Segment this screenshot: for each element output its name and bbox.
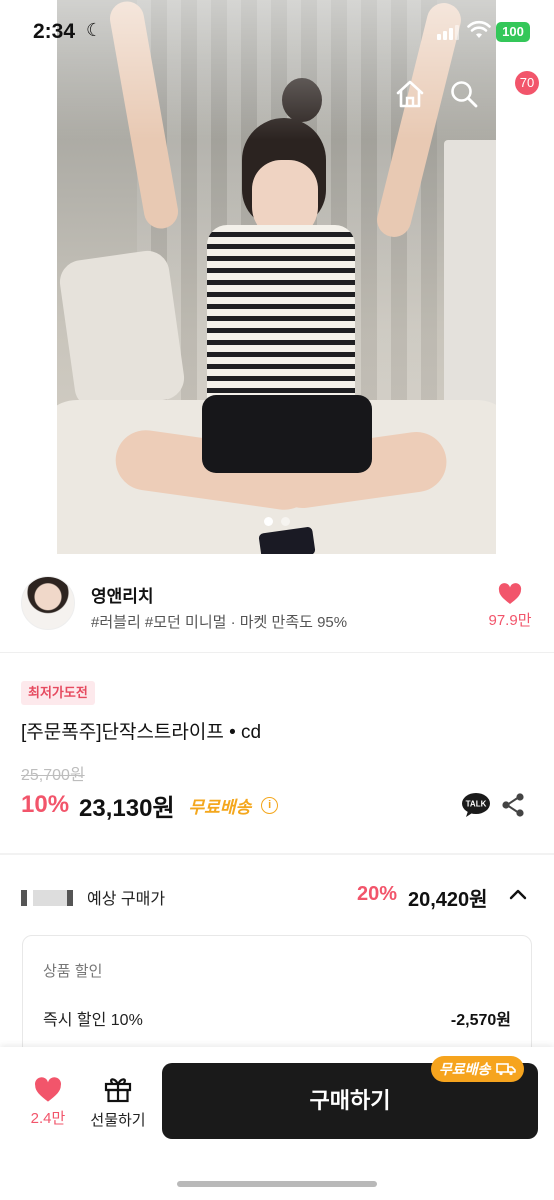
product-title: [주문폭주]단작스트라이프 • cd bbox=[21, 722, 262, 743]
chevron-up-icon[interactable] bbox=[507, 883, 529, 907]
cart-count-badge: 70 bbox=[515, 71, 539, 95]
info-icon[interactable]: i bbox=[261, 796, 279, 814]
home-indicator bbox=[177, 1181, 377, 1187]
expected-price-label-text: 예상 구매가 bbox=[87, 891, 166, 908]
free-shipping-tag-label: 무료배송 bbox=[439, 1061, 491, 1077]
cellular-signal-icon bbox=[437, 24, 459, 40]
seller-tags: #러블리 #모던 미니멀 · 마켓 만족도 95% bbox=[91, 614, 348, 631]
expected-price-row[interactable]: 예상 구매가 20% 20,420원 bbox=[0, 875, 554, 915]
lowest-price-badge: 최저가도전 bbox=[21, 681, 95, 705]
moon-icon: ☾ bbox=[86, 20, 103, 40]
discount-detail-heading: 상품 할인 bbox=[43, 963, 103, 980]
black-shorts bbox=[202, 395, 372, 473]
pagination-dot-active bbox=[264, 517, 273, 526]
like-button[interactable]: 2.4만 bbox=[20, 1077, 76, 1137]
gift-icon bbox=[104, 1078, 132, 1103]
home-icon[interactable] bbox=[394, 78, 426, 110]
status-bar: 2:34 ☾ 100 bbox=[0, 0, 554, 64]
free-shipping-tag: 무료배송 bbox=[431, 1056, 524, 1082]
pillow bbox=[57, 248, 187, 412]
expected-price: 20,420원 bbox=[408, 889, 488, 911]
price-row: 10% 23,130원 무료배송 i bbox=[21, 789, 279, 822]
expected-price-label: 예상 구매가 bbox=[21, 885, 165, 909]
share-icon[interactable] bbox=[501, 792, 525, 818]
instant-discount-label: 즉시 할인 10% bbox=[43, 1012, 143, 1029]
seller-like-heart-icon[interactable] bbox=[498, 583, 522, 605]
status-time: 2:34 bbox=[33, 20, 76, 43]
battery-indicator: 100 bbox=[496, 22, 530, 42]
bottom-action-bar: 2.4만 선물하기 구매하기 무료배송 bbox=[0, 1047, 554, 1200]
truck-icon bbox=[495, 1063, 516, 1076]
striped-top bbox=[207, 225, 355, 410]
original-price: 25,700원 bbox=[21, 767, 85, 784]
expected-discount-rate: 20% bbox=[357, 883, 398, 905]
kakao-talk-icon[interactable]: TALK bbox=[461, 792, 491, 818]
seller-name[interactable]: 영앤리치 bbox=[91, 582, 154, 607]
gift-button[interactable]: 선물하기 bbox=[86, 1075, 150, 1137]
heart-icon bbox=[35, 1077, 61, 1102]
seller-like-count: 97.9만 bbox=[488, 612, 532, 629]
gallery-pagination bbox=[0, 517, 554, 526]
gift-label: 선물하기 bbox=[90, 1112, 146, 1129]
discount-rate: 10% bbox=[21, 791, 70, 818]
like-count: 2.4만 bbox=[30, 1110, 66, 1127]
instant-discount-value: -2,570원 bbox=[450, 1012, 511, 1029]
obscured-text bbox=[21, 890, 83, 906]
search-icon[interactable] bbox=[449, 78, 479, 110]
back-icon[interactable] bbox=[22, 78, 52, 110]
wifi-icon bbox=[467, 20, 491, 38]
seller-avatar[interactable] bbox=[21, 576, 75, 630]
pagination-dot bbox=[281, 517, 290, 526]
sale-price: 23,130원 bbox=[79, 794, 175, 822]
section-divider bbox=[0, 853, 554, 855]
product-photo[interactable] bbox=[57, 0, 496, 554]
free-shipping-label: 무료배송 bbox=[188, 797, 252, 817]
svg-text:TALK: TALK bbox=[466, 800, 487, 809]
seller-row[interactable]: 영앤리치 #러블리 #모던 미니멀 · 마켓 만족도 95% 97.9만 bbox=[0, 563, 554, 653]
